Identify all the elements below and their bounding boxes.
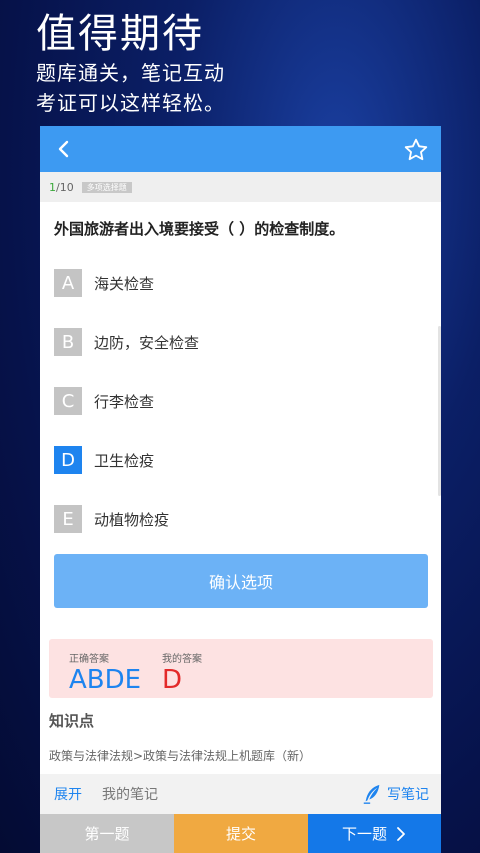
write-note-label: 写笔记 xyxy=(387,787,429,803)
quill-pen-icon xyxy=(363,784,380,804)
next-question-label: 下一题 xyxy=(341,825,387,843)
star-outline-icon[interactable] xyxy=(403,137,429,163)
chevron-right-icon xyxy=(397,826,405,841)
my-answer: 我的答案 D xyxy=(162,650,202,695)
option-letter: E xyxy=(54,505,82,533)
notes-bar: 展开 我的笔记 写笔记 xyxy=(40,774,441,814)
correct-answer: 正确答案 ABDE xyxy=(69,650,141,695)
promo-line-2: 考证可以这样轻松。 xyxy=(36,91,225,115)
write-note-button[interactable]: 写笔记 xyxy=(361,783,429,805)
correct-answer-value: ABDE xyxy=(69,665,142,695)
bottom-navigation: 第一题 提交 下一题 xyxy=(40,814,441,853)
total-questions: /10 xyxy=(56,180,74,194)
option-text: 动植物检疫 xyxy=(94,510,170,529)
submit-label: 提交 xyxy=(225,825,256,843)
current-question-number: 1 xyxy=(49,180,56,194)
option-letter: D xyxy=(54,446,82,474)
option-text: 海关检查 xyxy=(94,274,155,293)
knowledge-point-path: 政策与法律法规>政策与法律法规上机题库（新） xyxy=(49,749,312,763)
top-bar xyxy=(40,126,441,172)
next-question-button[interactable]: 下一题 xyxy=(308,814,441,853)
option-c[interactable]: C 行李检查 xyxy=(54,387,154,415)
promo-banner: 值得期待 题库通关，笔记互动 考证可以这样轻松。 xyxy=(36,10,225,118)
question-text: 外国旅游者出入境要接受（ ）的检查制度。 xyxy=(54,220,345,238)
option-text: 卫生检疫 xyxy=(94,451,155,470)
first-question-label: 第一题 xyxy=(84,825,130,843)
scrollbar[interactable] xyxy=(438,326,441,496)
knowledge-point-title: 知识点 xyxy=(49,712,95,730)
my-answer-label: 我的答案 xyxy=(162,654,202,665)
my-answer-value: D xyxy=(162,665,183,695)
option-text: 边防，安全检查 xyxy=(94,333,200,352)
promo-headline: 值得期待 xyxy=(36,11,204,57)
option-e[interactable]: E 动植物检疫 xyxy=(54,505,169,533)
answer-panel: 正确答案 ABDE 我的答案 D xyxy=(49,639,433,698)
quiz-screen: 1 /10 多项选择题 外国旅游者出入境要接受（ ）的检查制度。 A 海关检查 … xyxy=(40,126,441,853)
progress-row: 1 /10 多项选择题 xyxy=(40,172,441,202)
question-type-tag: 多项选择题 xyxy=(81,181,132,193)
correct-answer-label: 正确答案 xyxy=(69,654,109,665)
option-letter: A xyxy=(54,269,82,297)
chevron-left-icon[interactable] xyxy=(52,137,76,161)
option-a[interactable]: A 海关检查 xyxy=(54,269,154,297)
option-b[interactable]: B 边防，安全检查 xyxy=(54,328,199,356)
confirm-button[interactable]: 确认选项 xyxy=(54,554,428,608)
submit-button[interactable]: 提交 xyxy=(174,814,308,853)
expand-link[interactable]: 展开 xyxy=(54,784,82,804)
option-d[interactable]: D 卫生检疫 xyxy=(54,446,154,474)
option-letter: B xyxy=(54,328,82,356)
promo-line-1: 题库通关，笔记互动 xyxy=(36,61,225,85)
first-question-button[interactable]: 第一题 xyxy=(40,814,174,853)
my-notes-tab[interactable]: 我的笔记 xyxy=(102,784,158,804)
option-text: 行李检查 xyxy=(94,392,155,411)
option-letter: C xyxy=(54,387,82,415)
